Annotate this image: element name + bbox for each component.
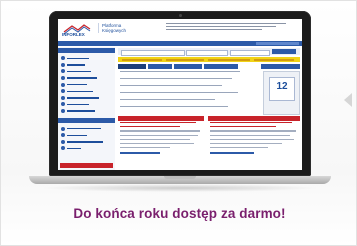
sidebar-bullet-icon	[61, 139, 65, 144]
calendar-day: 12	[276, 81, 288, 92]
box-right	[210, 122, 298, 157]
list-item[interactable]	[120, 71, 240, 73]
sidebar-bullet-icon	[61, 75, 65, 80]
sidebar-item[interactable]	[58, 95, 115, 102]
sidebar-header-2	[58, 118, 115, 124]
list-item[interactable]	[120, 105, 228, 108]
sidebar-header	[58, 48, 115, 53]
sidebar-item[interactable]	[58, 55, 115, 62]
sidebar-item[interactable]	[58, 108, 115, 115]
list-item[interactable]	[120, 98, 215, 101]
list-item[interactable]	[120, 84, 222, 87]
top-bar-button[interactable]	[256, 41, 299, 46]
calendar-widget: 12	[263, 71, 300, 115]
laptop-notch	[164, 176, 196, 179]
chevron-right-icon[interactable]	[344, 93, 352, 107]
sidebar-bullet-icon	[61, 102, 65, 107]
site-header: INFORLEX Platforma Księgowych	[58, 19, 302, 40]
site-logo[interactable]: INFORLEX	[62, 32, 85, 37]
sidebar-item[interactable]	[58, 132, 115, 139]
tab-2[interactable]	[148, 64, 172, 69]
list-item[interactable]	[120, 91, 238, 94]
sidebar-bullet-icon	[61, 133, 65, 138]
tab-1[interactable]	[118, 64, 146, 69]
site-sidebar	[58, 47, 115, 170]
tab-3[interactable]	[174, 64, 202, 69]
calendar-header	[261, 64, 300, 69]
laptop-screen: INFORLEX Platforma Księgowych 12	[58, 19, 302, 170]
content-tabs	[118, 64, 258, 69]
promo-slogan[interactable]: Do końca roku dostęp za darmo!	[1, 206, 357, 221]
sidebar-item[interactable]	[58, 125, 115, 132]
banner-frame: INFORLEX Platforma Księgowych 12 Do końc…	[0, 0, 357, 246]
sidebar-item[interactable]	[58, 81, 115, 88]
sidebar-bullet-icon	[61, 146, 65, 151]
search-select-2[interactable]	[230, 49, 270, 56]
sidebar-item[interactable]	[58, 88, 115, 95]
search-button[interactable]	[272, 49, 296, 54]
box-header-left	[118, 116, 204, 121]
laptop-shadow	[41, 184, 319, 192]
sidebar-item[interactable]	[58, 145, 115, 152]
sidebar-bullet-icon	[61, 62, 65, 67]
box-header-right	[208, 116, 300, 121]
calendar-card[interactable]: 12	[269, 77, 295, 101]
news-ticker[interactable]	[118, 57, 300, 62]
content-list	[120, 71, 256, 113]
platform-line-2: Księgowych	[102, 28, 127, 33]
site-platform-name: Platforma Księgowych	[98, 23, 126, 33]
sidebar-item[interactable]	[58, 139, 115, 146]
search-bar	[118, 48, 300, 56]
sidebar-item[interactable]	[58, 101, 115, 108]
sidebar-item[interactable]	[58, 62, 115, 69]
sidebar-bullet-icon	[61, 95, 65, 100]
laptop-base	[29, 176, 331, 184]
sidebar-item[interactable]	[58, 75, 115, 82]
header-info-text	[166, 22, 298, 32]
sidebar-item[interactable]	[58, 68, 115, 75]
sidebar-bullet-icon	[61, 69, 65, 74]
site-top-bar	[58, 41, 302, 46]
sidebar-bullet-icon	[61, 56, 65, 61]
list-item[interactable]	[120, 77, 232, 80]
sidebar-bullet-icon	[61, 89, 65, 94]
sidebar-red-button[interactable]	[60, 163, 113, 168]
tab-4[interactable]	[204, 64, 238, 69]
search-input[interactable]	[121, 49, 185, 56]
sidebar-bullet-icon	[61, 126, 65, 131]
sidebar-bullet-icon	[61, 108, 65, 113]
camera-icon	[179, 14, 182, 17]
sidebar-bullet-icon	[61, 82, 65, 87]
box-left	[120, 122, 202, 157]
laptop-lid: INFORLEX Platforma Księgowych 12	[49, 11, 311, 176]
search-select-1[interactable]	[186, 49, 228, 56]
